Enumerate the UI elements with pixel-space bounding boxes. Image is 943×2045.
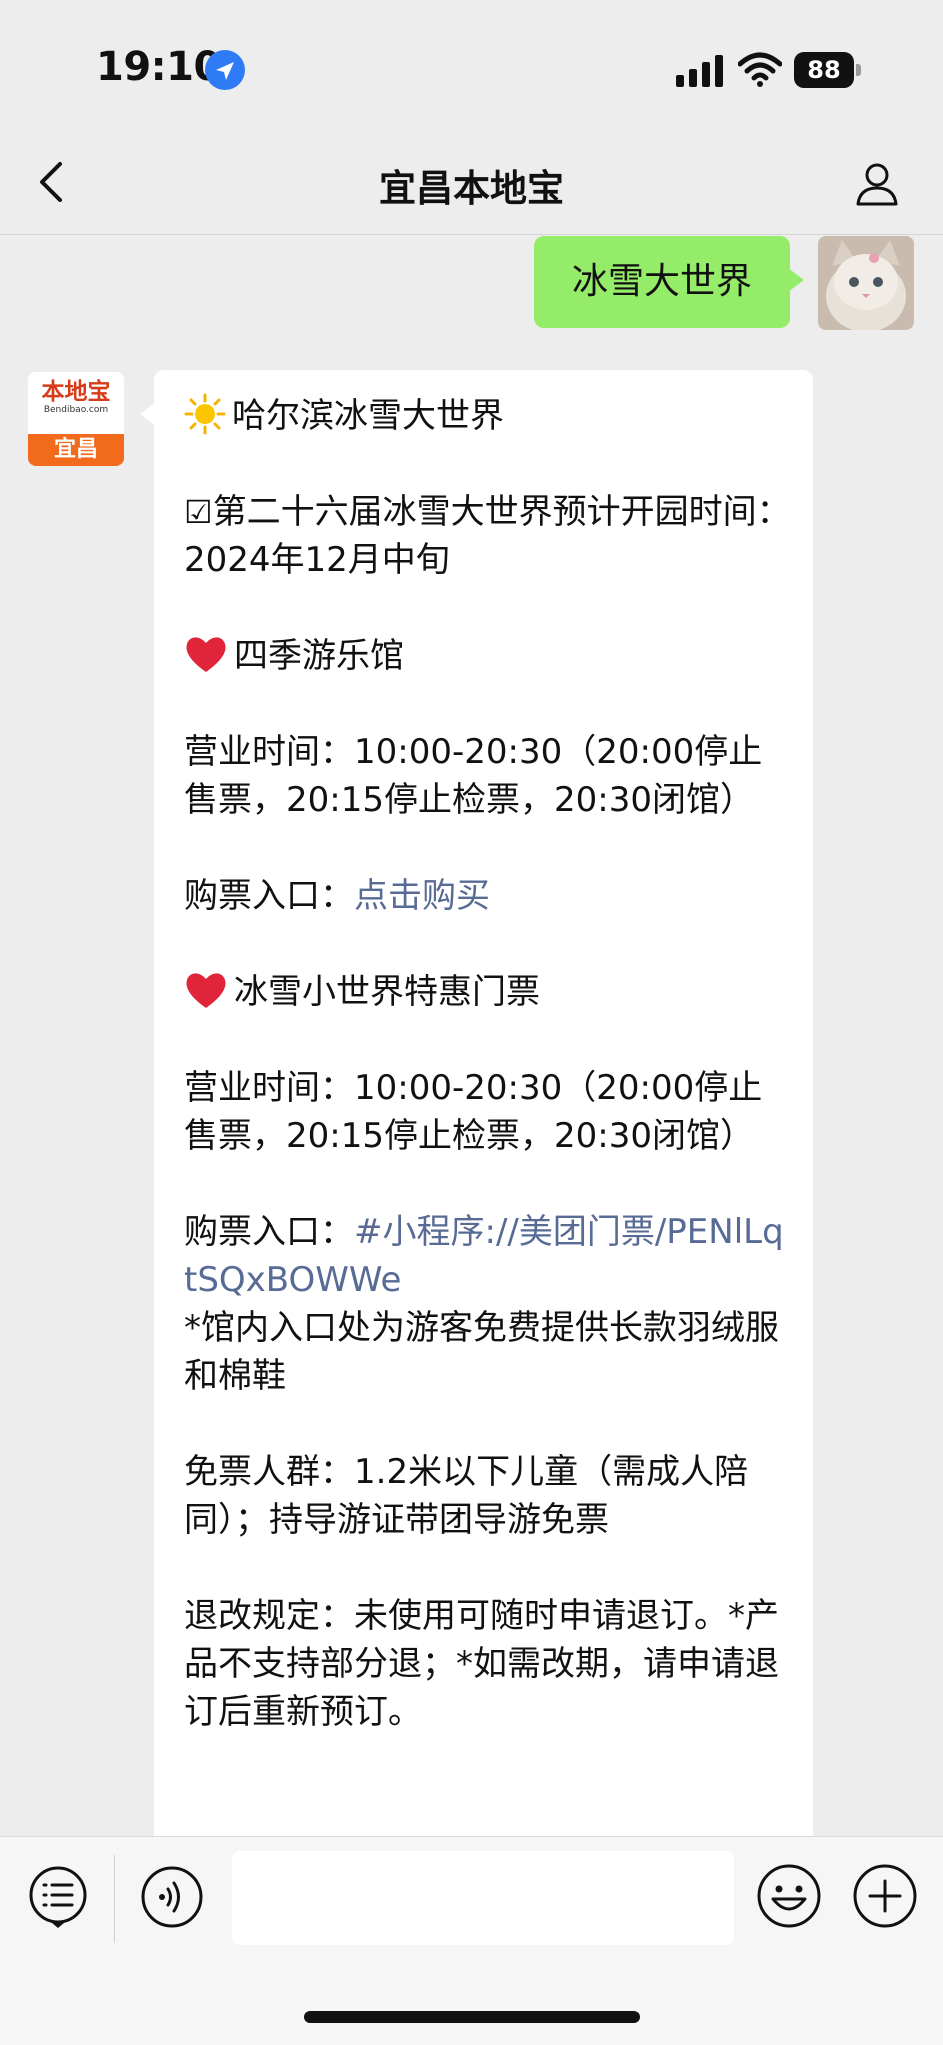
battery-level: 88: [794, 52, 854, 88]
incoming-message-bubble[interactable]: 哈尔滨冰雪大世界 ☑第二十六届冰雪大世界预计开园时间：2024年12月中旬 四季…: [140, 370, 813, 1850]
input-divider: [114, 1855, 115, 1943]
checkbox-icon: ☑: [184, 493, 213, 531]
section1-ticket-label: 购票入口：: [184, 876, 354, 916]
avatar-url-text: Bendibao.com: [43, 405, 109, 415]
section-heading-1: 四季游乐馆: [234, 636, 404, 676]
cellular-signal-icon: [676, 55, 726, 87]
section1-hours: 营业时间：10:00-20:30（20:00停止售票，20:15停止检票，20:…: [184, 732, 763, 820]
input-bar: [0, 1836, 943, 2045]
message-title: 哈尔滨冰雪大世界: [232, 396, 504, 436]
free-clothing-note: *馆内入口处为游客免费提供长款羽绒服和棉鞋: [184, 1308, 779, 1396]
heart-icon: [184, 969, 228, 1011]
free-ticket-text: 免票人群：1.2米以下儿童（需成人陪同）；持导游证带团导游免票: [184, 1452, 749, 1540]
refund-policy-text: 退改规定：未使用可随时申请退订。*产品不支持部分退；*如需改期，请申请退订后重新…: [184, 1596, 779, 1732]
official-account-avatar[interactable]: 本地宝 Bendibao.com 宜昌: [28, 372, 124, 466]
section2-ticket-label: 购票入口：: [184, 1212, 354, 1252]
message-input[interactable]: [232, 1851, 734, 1945]
person-icon[interactable]: [852, 158, 902, 208]
emoji-icon[interactable]: [756, 1863, 822, 1929]
message-content: 哈尔滨冰雪大世界 ☑第二十六届冰雪大世界预计开园时间：2024年12月中旬 四季…: [184, 392, 794, 1784]
outgoing-message-text: 冰雪大世界: [571, 261, 752, 302]
outgoing-message-bubble[interactable]: 冰雪大世界: [534, 236, 804, 328]
heart-icon: [184, 633, 228, 675]
home-indicator: [304, 2011, 640, 2023]
list-menu-icon[interactable]: [28, 1865, 88, 1928]
wifi-icon: [737, 52, 783, 88]
status-time: 19:10: [96, 44, 221, 90]
avatar-city-text: 宜昌: [28, 434, 124, 466]
chat-header: 宜昌本地宝: [0, 130, 943, 235]
section2-hours: 营业时间：10:00-20:30（20:00停止售票，20:15停止检票，20:…: [184, 1068, 763, 1156]
section-heading-2: 冰雪小世界特惠门票: [234, 972, 540, 1012]
avatar-brand-text: 本地宝: [41, 379, 111, 405]
chat-title: 宜昌本地宝: [379, 167, 564, 210]
plus-icon[interactable]: [852, 1863, 918, 1929]
voice-icon[interactable]: [140, 1865, 204, 1929]
buy-ticket-link[interactable]: 点击购买: [354, 876, 490, 916]
battery-icon: 88: [794, 52, 862, 88]
status-bar: 19:10 88: [0, 0, 943, 130]
sun-icon: [184, 393, 226, 435]
user-avatar[interactable]: [818, 236, 914, 330]
location-arrow-icon: [205, 50, 245, 90]
opening-time-text: 第二十六届冰雪大世界预计开园时间：2024年12月中旬: [184, 492, 791, 580]
